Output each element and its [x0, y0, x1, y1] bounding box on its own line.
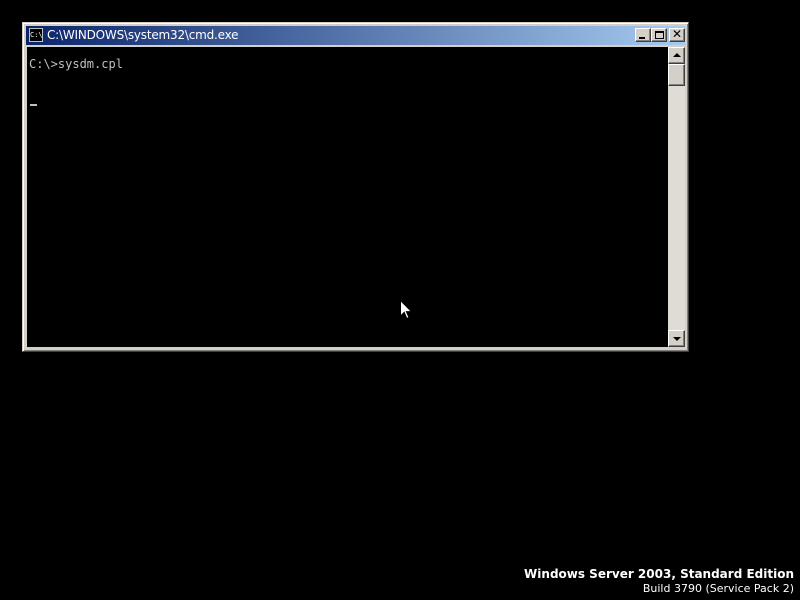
- window-title: C:\WINDOWS\system32\cmd.exe: [47, 28, 239, 42]
- arrow-up-icon: [673, 53, 681, 57]
- cmd-window[interactable]: C:\ C:\WINDOWS\system32\cmd.exe ✕ C:\>sy…: [22, 22, 689, 352]
- maximize-button[interactable]: [651, 28, 667, 42]
- scroll-thumb[interactable]: [668, 64, 685, 86]
- text-cursor: [30, 104, 37, 106]
- console-icon[interactable]: C:\: [29, 28, 43, 42]
- scroll-up-button[interactable]: [668, 47, 685, 64]
- title-bar[interactable]: C:\ C:\WINDOWS\system32\cmd.exe ✕: [26, 26, 685, 45]
- mouse-pointer-icon: [400, 300, 412, 320]
- minimize-button[interactable]: [635, 28, 651, 42]
- console-line: C:\>sysdm.cpl: [29, 57, 123, 71]
- minimize-icon: [639, 37, 645, 39]
- close-button[interactable]: ✕: [669, 27, 685, 42]
- maximize-icon: [655, 31, 664, 39]
- console-output[interactable]: C:\>sysdm.cpl: [27, 47, 668, 347]
- desktop: { "window": { "title": "C:\\WINDOWS\\sys…: [0, 0, 800, 600]
- arrow-down-icon: [673, 337, 681, 341]
- close-icon: ✕: [671, 27, 683, 41]
- os-branding: Windows Server 2003, Standard Edition Bu…: [524, 567, 794, 596]
- os-edition: Windows Server 2003, Standard Edition: [524, 567, 794, 581]
- vertical-scrollbar[interactable]: [668, 47, 685, 347]
- scroll-down-button[interactable]: [668, 330, 685, 347]
- os-build: Build 3790 (Service Pack 2): [642, 582, 794, 595]
